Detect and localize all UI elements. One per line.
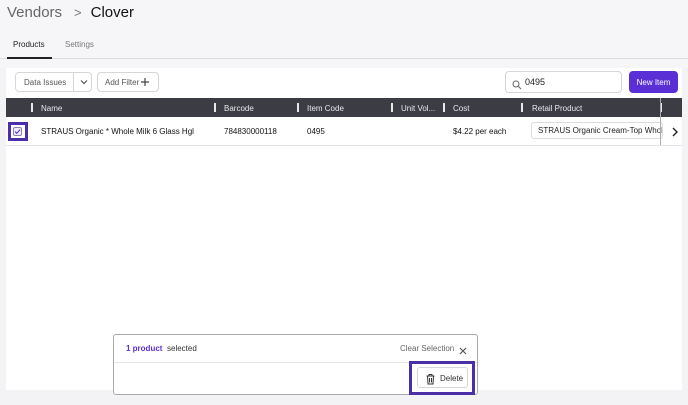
selection-bar-header: 1 product selected Clear Selection <box>114 335 477 363</box>
delete-label: Delete <box>440 374 464 383</box>
breadcrumb-vendors-link[interactable]: Vendors <box>7 4 62 21</box>
tab-bar: Products Settings <box>0 38 688 59</box>
breadcrumb-separator: > <box>74 5 82 20</box>
add-filter-label: Add Filter <box>105 77 140 87</box>
column-header-unit-volume[interactable]: Unit Vol... <box>401 104 435 113</box>
column-header-cost[interactable]: Cost <box>453 104 469 113</box>
selected-count: 1 product <box>126 344 163 353</box>
column-separator[interactable] <box>391 103 393 112</box>
search-input[interactable] <box>525 75 615 89</box>
frozen-column-divider <box>660 98 661 145</box>
check-icon <box>14 129 21 135</box>
column-header-retail-product[interactable]: Retail Product <box>532 104 582 113</box>
column-separator[interactable] <box>31 103 33 112</box>
retail-product-label: STRAUS Organic Cream-Top Whole Milk <box>538 126 662 135</box>
plus-icon <box>139 76 151 90</box>
add-filter-button[interactable]: Add Filter <box>97 72 159 92</box>
column-separator[interactable] <box>443 103 445 112</box>
column-header-name[interactable]: Name <box>41 104 62 113</box>
tab-products[interactable]: Products <box>13 40 45 49</box>
data-issues-label: Data Issues <box>24 77 67 87</box>
selected-suffix: selected <box>167 344 197 353</box>
search-box[interactable] <box>505 71 622 93</box>
chevron-right-icon[interactable] <box>670 125 680 143</box>
close-icon[interactable] <box>458 343 468 361</box>
dropdown-divider <box>73 73 74 91</box>
cell-barcode: 784830000118 <box>224 127 277 136</box>
new-item-button[interactable]: New Item <box>629 71 678 93</box>
column-header-barcode[interactable]: Barcode <box>224 104 254 113</box>
active-tab-indicator <box>7 57 52 59</box>
data-issues-dropdown[interactable]: Data Issues <box>15 72 92 92</box>
cell-cost: $4.22 per each <box>453 127 507 136</box>
cell-item-code: 0495 <box>307 127 325 136</box>
column-separator[interactable] <box>521 103 523 112</box>
breadcrumb: Vendors > Clover <box>7 4 134 21</box>
column-separator[interactable] <box>297 103 299 112</box>
retail-product-select[interactable]: STRAUS Organic Cream-Top Whole Milk <box>531 122 663 139</box>
column-separator[interactable] <box>214 103 216 112</box>
tab-settings[interactable]: Settings <box>65 40 94 49</box>
delete-button[interactable]: Delete <box>417 367 468 388</box>
clear-selection-button[interactable]: Clear Selection <box>400 344 454 353</box>
trash-icon <box>425 372 436 390</box>
page-title: Clover <box>90 4 134 21</box>
cell-name: STRAUS Organic * Whole Milk 6 Glass Hgl <box>41 127 194 136</box>
chevron-down-icon[interactable] <box>78 76 90 90</box>
top-bar: Vendors > Clover Products Settings <box>0 0 688 68</box>
column-header-item-code[interactable]: Item Code <box>307 104 344 113</box>
row-checkbox[interactable] <box>13 127 22 136</box>
table-header: Name Barcode Item Code Unit Vol... Cost … <box>6 98 682 117</box>
search-icon <box>512 77 522 95</box>
